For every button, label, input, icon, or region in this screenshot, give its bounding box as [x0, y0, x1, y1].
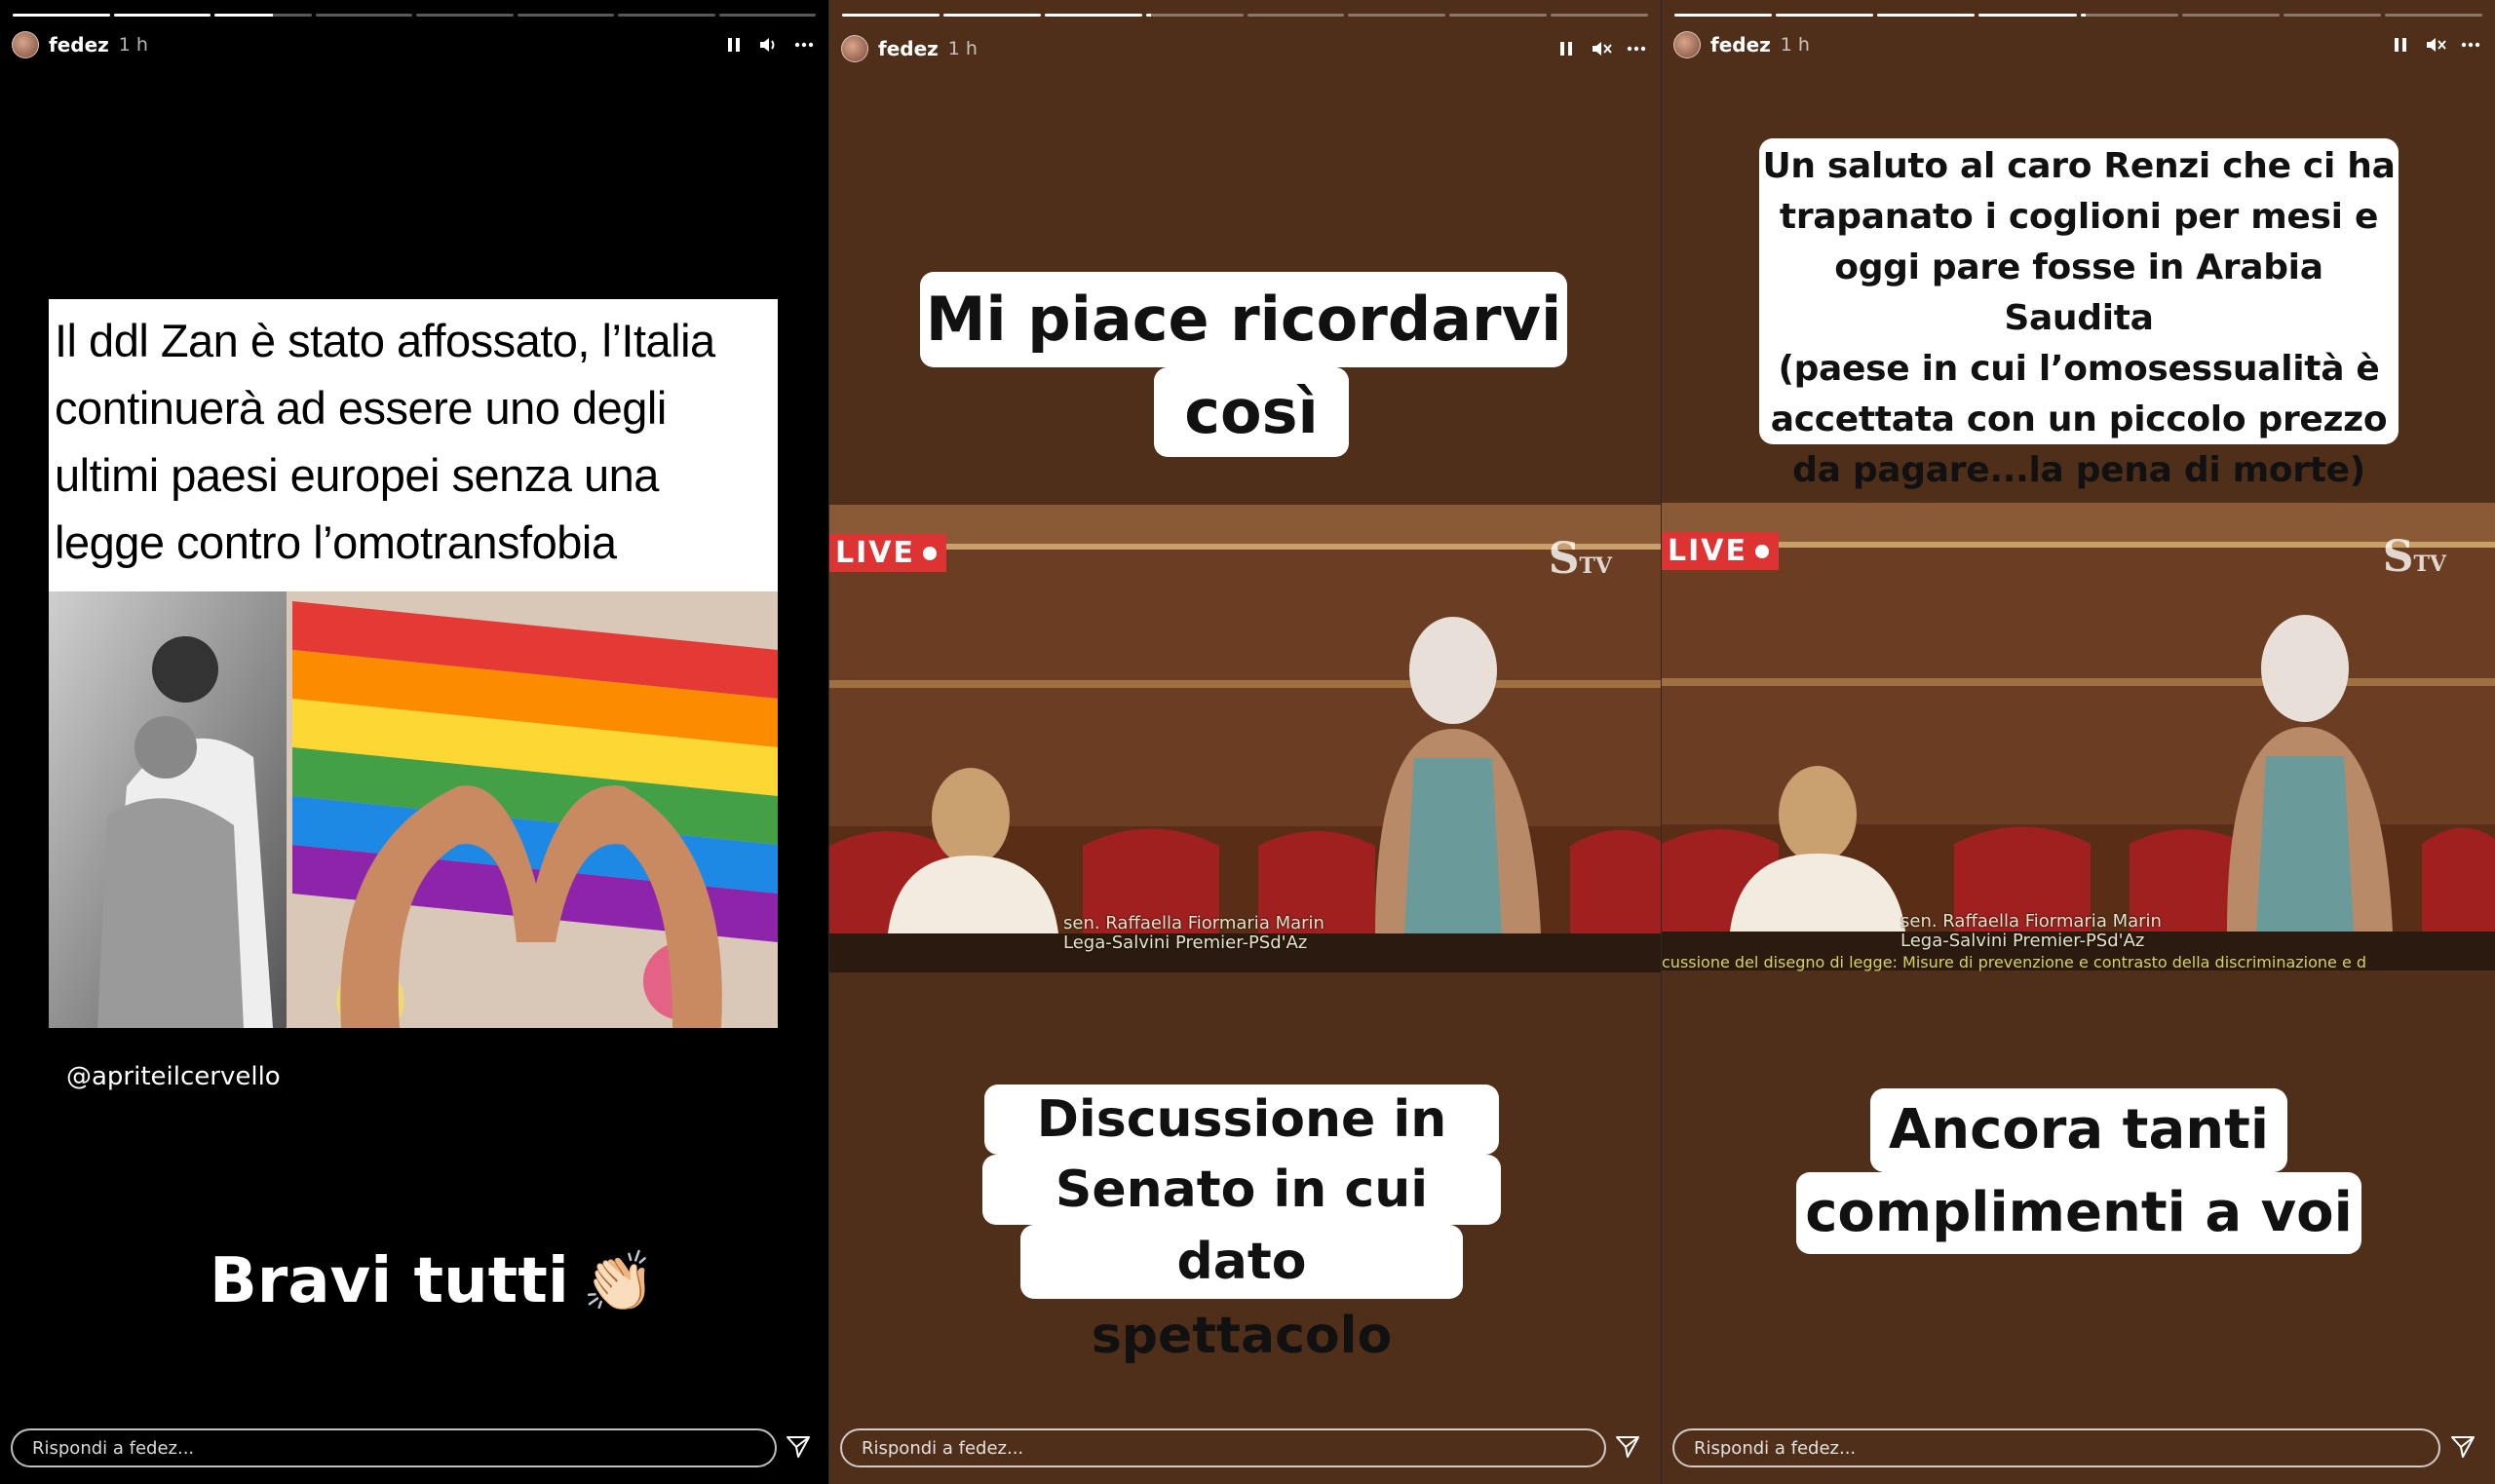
caption-line: accettata con un piccolo prezzo [1770, 400, 2388, 439]
more-options-icon[interactable] [793, 34, 815, 56]
reply-placeholder: Rispondi a fedez... [32, 1437, 195, 1459]
live-badge: LIVE [1662, 532, 1779, 570]
clapping-hands-icon: 👏🏻 [582, 1247, 656, 1316]
story-progress-bar [1674, 14, 2482, 18]
bottom-caption-line-1: Discussione in [984, 1084, 1499, 1155]
progress-segment [1551, 14, 1648, 17]
timestamp: 1 h [947, 38, 978, 59]
progress-segment [1776, 14, 1874, 17]
channel-logo: STV [1548, 534, 1612, 584]
progress-segment [517, 14, 614, 17]
post-text-line: Il ddl Zan è stato affossato, l’Italia [55, 315, 715, 366]
story-header: fedez 1 h [1673, 29, 2481, 60]
reply-input[interactable]: Rispondi a fedez... [11, 1428, 777, 1467]
post-photo [49, 591, 778, 1028]
more-options-icon[interactable] [2460, 34, 2481, 56]
caption-line: da pagare...la pena di morte) [1792, 450, 2365, 490]
post-text: Il ddl Zan è stato affossato, l’Italia c… [49, 299, 778, 576]
lower-third: sen. Raffaella Fiormaria Marin Lega-Salv… [1063, 914, 1324, 953]
bottom-caption-line-3: dato spettacolo [1020, 1225, 1463, 1365]
progress-segment [416, 14, 514, 17]
progress-segment [842, 14, 940, 17]
caption-text: Bravi tutti [210, 1245, 569, 1317]
progress-segment [1348, 14, 1446, 17]
username[interactable]: fedez [49, 33, 109, 57]
progress-segment [1877, 14, 1976, 17]
progress-segment [2283, 14, 2381, 17]
progress-segment [113, 14, 211, 17]
reply-placeholder: Rispondi a fedez... [1694, 1437, 1857, 1459]
speaker-party: Lega-Salvini Premier-PSd'Az [1063, 932, 1308, 953]
senate-video[interactable]: LIVE STV sen. Raffaella Fiormaria Marin … [1662, 503, 2495, 971]
progress-segment [214, 14, 312, 17]
post-text-line: legge contro l’omotransfobia [55, 516, 617, 568]
progress-segment [315, 14, 412, 17]
more-options-icon[interactable] [1626, 38, 1647, 59]
story-header: fedez 1 h [12, 29, 815, 60]
shared-post-card: Il ddl Zan è stato affossato, l’Italia c… [49, 299, 778, 1028]
live-badge: LIVE [829, 534, 946, 572]
bottom-caption-line-2: complimenti a voi [1796, 1172, 2361, 1254]
lower-third: sen. Raffaella Fiormaria Marin Lega-Salv… [1900, 912, 2162, 951]
caption-line: (paese in cui l’omosessualità è [1778, 349, 2380, 389]
news-ticker: cussione del disegno di legge: Misure di… [1662, 953, 2367, 971]
username[interactable]: fedez [878, 37, 939, 60]
progress-segment [2181, 14, 2280, 17]
story-progress-bar [842, 14, 1648, 18]
progress-segment [618, 14, 715, 17]
source-handle[interactable]: @apriteilcervello [66, 1062, 281, 1091]
progress-segment [2384, 14, 2482, 17]
muted-icon[interactable] [1591, 38, 1612, 59]
reply-input[interactable]: Rispondi a fedez... [1672, 1428, 2440, 1467]
avatar[interactable] [12, 31, 39, 58]
story-caption: Bravi tutti 👏🏻 [210, 1245, 655, 1317]
speaker-name: sen. Raffaella Fiormaria Marin [1900, 911, 2162, 932]
send-icon[interactable] [785, 1433, 812, 1461]
avatar[interactable] [1673, 31, 1701, 58]
bottom-caption-line-1: Ancora tanti [1870, 1088, 2287, 1172]
progress-segment [1674, 14, 1773, 17]
story-panel-1[interactable]: fedez 1 h Il ddl Zan è stato affossato, … [0, 0, 828, 1484]
timestamp: 1 h [1780, 34, 1810, 56]
post-text-line: ultimi paesi europei senza una [55, 449, 659, 501]
reply-input[interactable]: Rispondi a fedez... [840, 1428, 1606, 1467]
story-header: fedez 1 h [841, 33, 1647, 64]
caption-line: Un saluto al caro Renzi che ci ha [1762, 146, 2396, 186]
progress-segment [1449, 14, 1548, 17]
progress-segment [1044, 14, 1142, 17]
story-progress-bar [13, 14, 816, 18]
send-icon[interactable] [1614, 1433, 1641, 1461]
progress-segment [2080, 14, 2178, 17]
reply-placeholder: Rispondi a fedez... [862, 1437, 1024, 1459]
top-caption-line-1: Mi piace ricordarvi [920, 272, 1567, 367]
speaker-name: sen. Raffaella Fiormaria Marin [1063, 913, 1324, 933]
pause-icon[interactable] [1555, 38, 1577, 59]
avatar[interactable] [841, 35, 868, 62]
pause-icon[interactable] [723, 34, 745, 56]
send-icon[interactable] [2449, 1433, 2476, 1461]
post-text-line: continuerà ad essere uno degli [55, 382, 667, 434]
channel-logo: STV [2382, 532, 2446, 582]
bottom-caption-line-2: Senato in cui avete [982, 1155, 1501, 1289]
muted-icon[interactable] [2425, 34, 2446, 56]
progress-segment [1247, 14, 1345, 17]
progress-segment [718, 14, 816, 17]
top-caption-line-2: così [1154, 367, 1349, 457]
volume-icon[interactable] [758, 34, 780, 56]
caption-line: oggi pare fosse in Arabia Saudita [1834, 247, 2323, 338]
speaker-party: Lega-Salvini Premier-PSd'Az [1900, 931, 2145, 951]
story-panel-2[interactable]: fedez 1 h Mi piace ricordarvi così LIVE … [829, 0, 1661, 1484]
senate-video[interactable]: LIVE STV sen. Raffaella Fiormaria Marin … [829, 505, 1661, 972]
progress-segment [942, 14, 1041, 17]
caption-line: trapanato i coglioni per mesi e [1779, 197, 2379, 237]
progress-segment [13, 14, 110, 17]
progress-segment [1145, 14, 1244, 17]
top-caption: Un saluto al caro Renzi che ci ha trapan… [1759, 138, 2399, 490]
pause-icon[interactable] [2390, 34, 2411, 56]
username[interactable]: fedez [1710, 33, 1771, 57]
story-panel-3[interactable]: fedez 1 h Un saluto al caro Renzi che ci… [1662, 0, 2495, 1484]
progress-segment [1978, 14, 2077, 17]
timestamp: 1 h [118, 34, 148, 56]
